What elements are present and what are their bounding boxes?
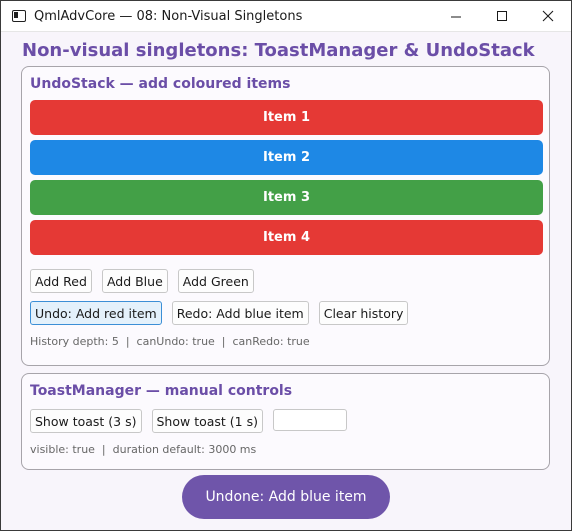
undo-panel-title: UndoStack — add coloured items [30,76,291,92]
undo-button[interactable]: Undo: Add red item [30,301,162,325]
list-item: Item 4 [30,220,543,255]
minimize-icon [450,16,461,17]
toast-panel-title: ToastManager — manual controls [30,383,293,399]
history-buttons-row: Undo: Add red item Redo: Add blue item C… [30,301,409,325]
list-item: Item 2 [30,140,543,175]
toast-notification: Undone: Add blue item [182,475,390,519]
add-buttons-row: Add Red Add Blue Add Green [30,269,254,293]
close-icon [542,10,554,22]
add-red-button[interactable]: Add Red [30,269,92,293]
undo-status-text: History depth: 5 | canUndo: true | canRe… [30,335,310,348]
app-window: QmlAdvCore — 08: Non-Visual Singletons N… [0,0,572,531]
redo-button[interactable]: Redo: Add blue item [171,301,309,325]
list-item: Item 3 [30,180,543,215]
add-green-button[interactable]: Add Green [177,269,254,293]
maximize-icon [496,10,507,21]
toast-controls-row: Show toast (3 s) Show toast (1 s) [30,409,347,433]
page-title: Non-visual singletons: ToastManager & Un… [22,40,535,61]
undo-stack-panel: UndoStack — add coloured items Item 1 It… [21,66,550,366]
minimize-button[interactable] [433,1,479,31]
toast-message-field[interactable] [273,409,347,431]
list-item: Item 1 [30,100,543,135]
main-content: Non-visual singletons: ToastManager & Un… [1,32,571,530]
clear-history-button[interactable]: Clear history [318,301,409,325]
toast-manager-panel: ToastManager — manual controls Show toas… [21,373,550,470]
title-bar[interactable]: QmlAdvCore — 08: Non-Visual Singletons [1,1,571,32]
items-list: Item 1 Item 2 Item 3 Item 4 [30,100,543,260]
window-title: QmlAdvCore — 08: Non-Visual Singletons [34,8,303,24]
maximize-button[interactable] [479,1,525,31]
toast-status-text: visible: true | duration default: 3000 m… [30,443,257,456]
app-window-icon [12,10,26,22]
add-blue-button[interactable]: Add Blue [101,269,168,293]
show-toast-3s-button[interactable]: Show toast (3 s) [30,409,142,433]
show-toast-1s-button[interactable]: Show toast (1 s) [151,409,263,433]
close-button[interactable] [525,1,571,31]
